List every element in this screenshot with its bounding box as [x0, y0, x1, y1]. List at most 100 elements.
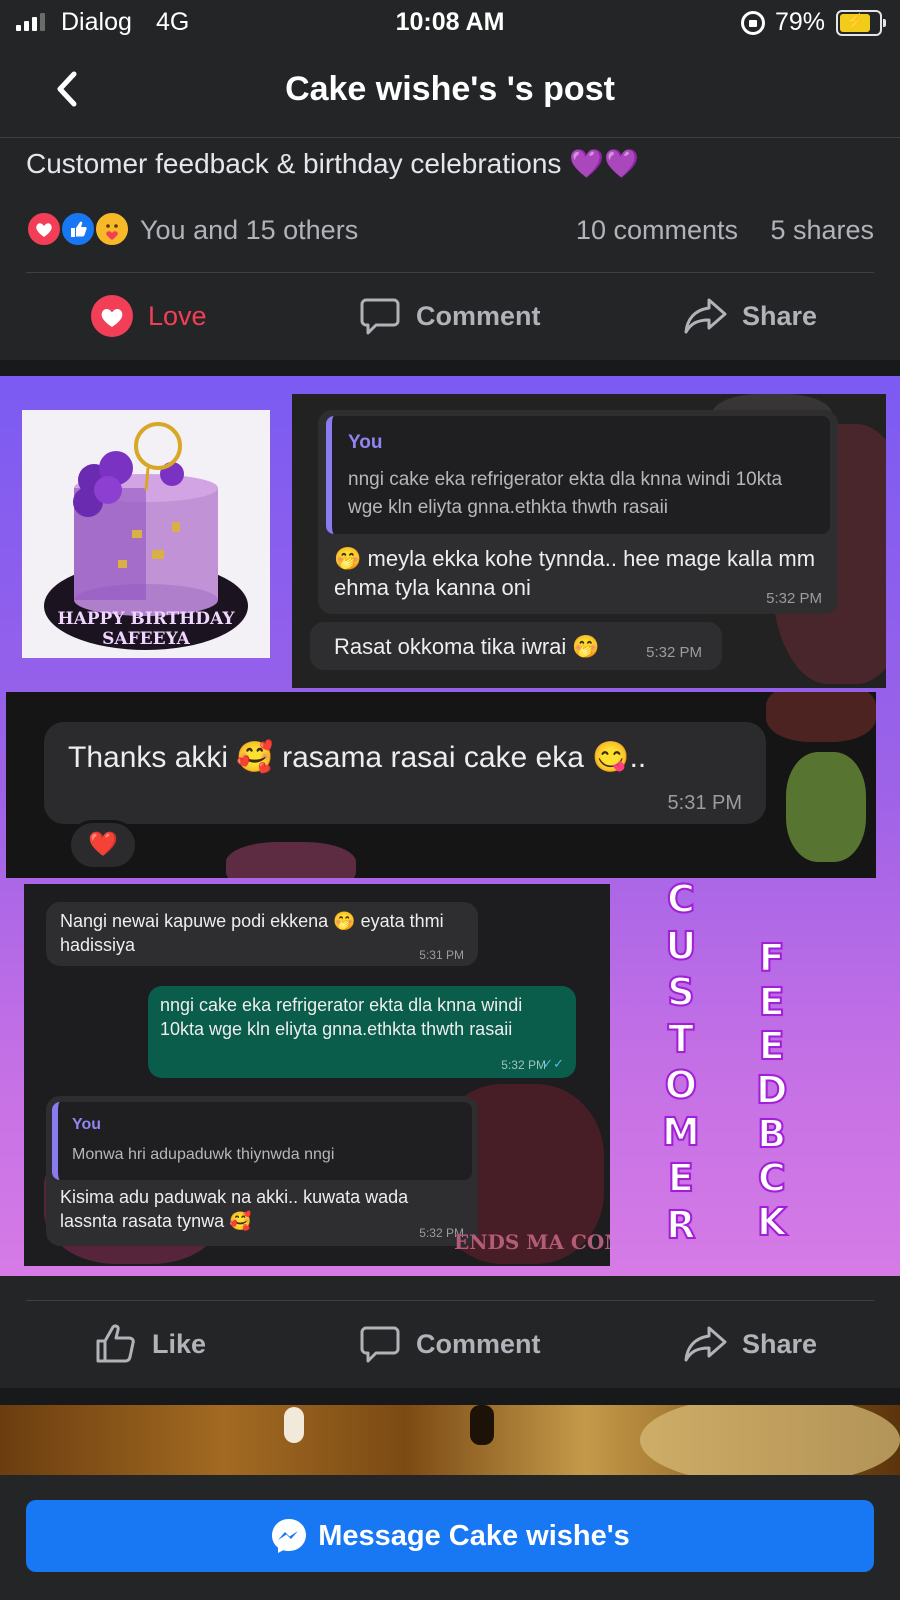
chat-screenshot-b: Thanks akki 🥰 rasama rasai cake eka 😋.. …	[6, 692, 876, 878]
like-icon	[96, 1324, 135, 1363]
reactions-summary[interactable]: You and 15 others 10 comments 5 shares	[26, 207, 874, 257]
quote-text: nngi cake eka refrigerator ekta dla knna…	[348, 469, 783, 518]
message-text: nngi cake eka refrigerator ekta dla knna…	[160, 995, 523, 1039]
love-icon	[91, 295, 133, 337]
like-button[interactable]: Like	[94, 1302, 206, 1386]
post-action-bar: Love Comment Share	[0, 274, 900, 358]
double-check-icon: ✓✓	[542, 1056, 564, 1071]
cake-photo: HAPPY BIRTHDAY SAFEEYA	[22, 410, 270, 658]
comment-label: Comment	[416, 300, 541, 331]
vertical-letter: O	[664, 1062, 698, 1108]
message-bubble: Rasat okkoma tika iwrai 🤭 5:32 PM	[310, 622, 722, 670]
vertical-letter: K	[756, 1199, 787, 1245]
section-gap	[0, 360, 900, 376]
quote-sender: You	[72, 1116, 102, 1133]
cake-name-text: SAFEEYA	[102, 629, 190, 649]
post-caption: Customer feedback & birthday celebration…	[26, 148, 639, 179]
vertical-letter: S	[666, 969, 695, 1015]
message-bubble: Nangi newai kapuwe podi ekkena 🤭 eyata t…	[46, 902, 478, 966]
rotation-lock-icon	[741, 11, 765, 35]
vertical-letter: B	[756, 1111, 787, 1157]
decoration-shape	[640, 1405, 900, 1475]
cake-topper-text: HAPPY BIRTHDAY	[58, 609, 236, 629]
chat-screenshot-a: You nngi cake eka refrigerator ekta dla …	[292, 394, 886, 688]
vertical-letter: F	[758, 935, 786, 981]
love-button[interactable]: Love	[90, 274, 207, 358]
like-label: Like	[152, 1328, 207, 1359]
love-reaction-icon	[26, 211, 62, 247]
reply-bubble: You Monwa hri adupaduwk thiynwda nngi Ki…	[46, 1096, 478, 1246]
vertical-letter: E	[758, 1023, 786, 1069]
sent-message-bubble: nngi cake eka refrigerator ekta dla knna…	[148, 986, 576, 1078]
candle-shape	[284, 1407, 304, 1443]
background-text: ENDS MA COME AND	[454, 1230, 610, 1254]
image-action-bar: Like Comment Share	[0, 1302, 900, 1386]
message-text: Rasat okkoma tika iwrai 🤭	[334, 634, 600, 659]
like-reaction-icon	[60, 211, 96, 247]
customer-vertical-text: CUSTOMER	[661, 876, 701, 1248]
vertical-letter: D	[755, 1067, 789, 1113]
comment-label: Comment	[416, 1328, 541, 1359]
divider	[26, 272, 874, 273]
vertical-letter: U	[664, 923, 697, 969]
message-text: Kisima adu paduwak na akki.. kuwata wada…	[60, 1187, 409, 1231]
share-button[interactable]: Share	[682, 274, 817, 358]
feedback-vertical-text: FEEDBCK	[755, 935, 789, 1245]
message-time: 5:32 PM	[646, 644, 702, 661]
care-reaction-icon	[94, 211, 130, 247]
section-gap	[0, 1388, 900, 1405]
love-label: Love	[148, 300, 207, 331]
message-time: 5:32 PM	[501, 1058, 546, 1072]
share-icon	[684, 298, 727, 334]
shares-count[interactable]: 5 shares	[770, 215, 874, 246]
share-button[interactable]: Share	[682, 1302, 817, 1386]
share-label: Share	[742, 300, 818, 331]
message-time: 5:31 PM	[419, 948, 464, 962]
quoted-message: You nngi cake eka refrigerator ekta dla …	[326, 416, 830, 534]
vertical-letter: E	[758, 979, 786, 1025]
message-time: 5:32 PM	[766, 590, 822, 607]
message-time: 5:31 PM	[667, 792, 742, 814]
app-header: Cake wishe's 's post	[0, 48, 900, 138]
message-text: Thanks akki 🥰 rasama rasai cake eka 😋..	[68, 741, 647, 774]
comment-icon	[360, 298, 400, 335]
bottom-bar: Message Cake wishe's	[0, 1475, 900, 1600]
quote-sender: You	[348, 432, 383, 453]
message-text: Nangi newai kapuwe podi ekkena 🤭 eyata t…	[60, 911, 444, 955]
status-time: 10:08 AM	[395, 8, 505, 36]
message-text: 🤭 meyla ekka kohe tynnda.. hee mage kall…	[334, 546, 816, 601]
message-page-button[interactable]: Message Cake wishe's	[26, 1500, 874, 1572]
vertical-letter: R	[665, 1202, 696, 1248]
share-icon	[684, 1326, 727, 1362]
charging-bolt-icon: ⚡	[840, 14, 871, 32]
chat-screenshot-c: Nangi newai kapuwe podi ekkena 🤭 eyata t…	[24, 884, 610, 1266]
reaction-icons	[26, 211, 136, 249]
comment-icon	[360, 1326, 400, 1363]
comment-button[interactable]: Comment	[358, 1302, 541, 1386]
battery-icon: ⚡	[836, 10, 886, 36]
vertical-letter: E	[667, 1155, 695, 1201]
status-bar: Dialog 4G 10:08 AM 79% ⚡	[0, 0, 900, 48]
vertical-letter: C	[666, 876, 696, 922]
reply-bubble: You nngi cake eka refrigerator ekta dla …	[318, 410, 838, 614]
battery-percent: 79%	[775, 8, 826, 36]
cake-illustration: HAPPY BIRTHDAY SAFEEYA	[44, 422, 248, 650]
share-label: Share	[742, 1328, 818, 1359]
reactions-text: You and 15 others	[140, 215, 359, 245]
vertical-letter: C	[757, 1155, 787, 1201]
quoted-message: You Monwa hri adupaduwk thiynwda nngi	[52, 1102, 472, 1180]
divider	[26, 1300, 874, 1301]
comment-button[interactable]: Comment	[358, 274, 541, 358]
page-title: Cake wishe's 's post	[285, 70, 615, 108]
next-post-image[interactable]	[0, 1405, 900, 1475]
message-bubble: Thanks akki 🥰 rasama rasai cake eka 😋.. …	[44, 722, 766, 824]
messenger-icon	[272, 1519, 307, 1553]
candle-shape	[470, 1405, 494, 1445]
comments-count[interactable]: 10 comments	[576, 215, 738, 246]
vertical-letter: M	[661, 1109, 701, 1155]
quote-text: Monwa hri adupaduwk thiynwda nngi	[72, 1146, 335, 1163]
message-button-label: Message Cake wishe's	[318, 1519, 630, 1552]
vertical-letter: T	[667, 1016, 695, 1062]
heart-reaction-badge: ❤️	[68, 820, 138, 870]
post-image[interactable]: HAPPY BIRTHDAY SAFEEYA You nngi cake eka…	[0, 376, 900, 1276]
